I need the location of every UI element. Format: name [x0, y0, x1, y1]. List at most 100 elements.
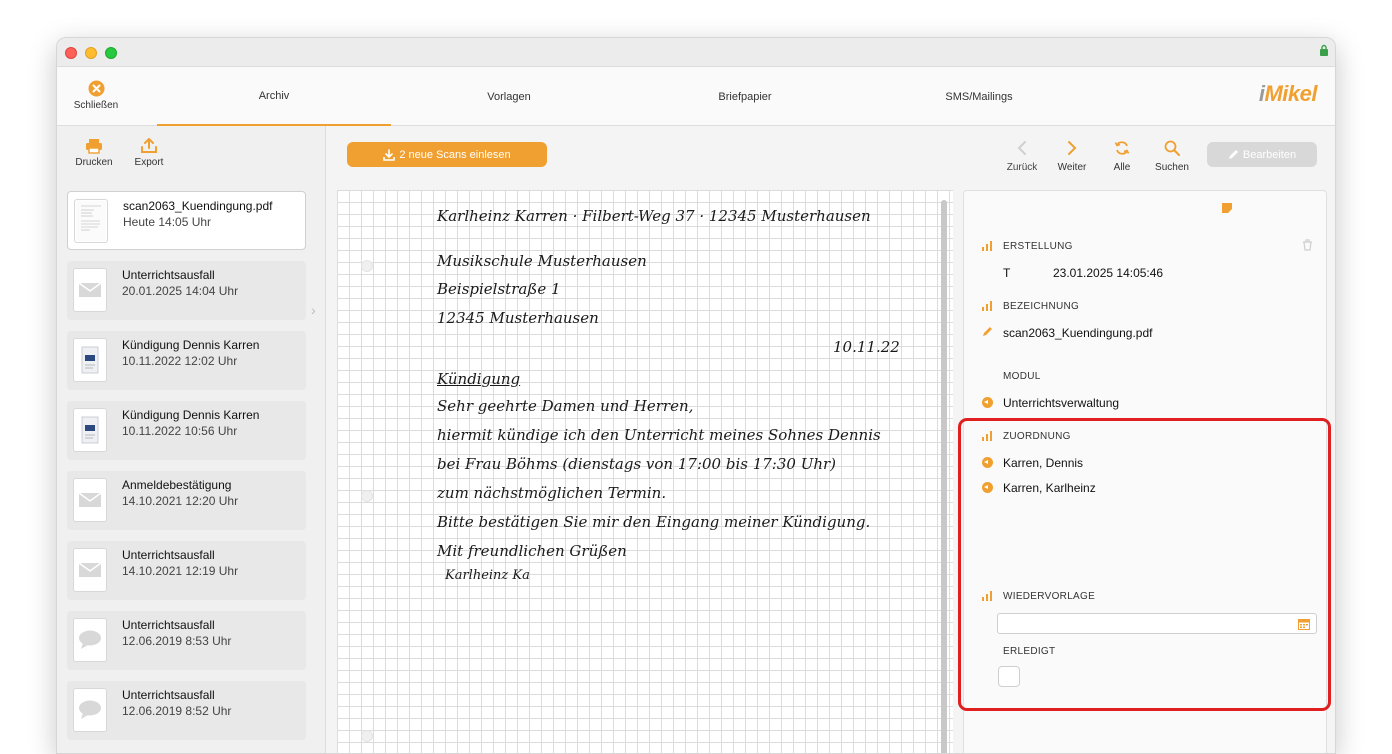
doc-signature: Karlheinz Ka: [445, 568, 530, 583]
zoom-window-button[interactable]: [105, 47, 117, 59]
scanned-document-view[interactable]: Karlheinz Karren · Filbert-Weg 37 · 1234…: [337, 190, 953, 753]
wiedervorlage-date-field[interactable]: [997, 613, 1317, 634]
list-item[interactable]: Unterrichtsausfall 20.01.2025 14:04 Uhr: [67, 261, 306, 320]
export-label: Export: [134, 157, 164, 168]
note-icon[interactable]: [1222, 203, 1232, 213]
print-button[interactable]: Drucken: [69, 138, 119, 168]
list-item[interactable]: Unterrichtsausfall 12.06.2019 8:53 Uhr: [67, 611, 306, 670]
next-label: Weiter: [1057, 162, 1087, 173]
list-item-date: 10.11.2022 10:56 Uhr: [122, 424, 238, 438]
tab-sms-mailings[interactable]: SMS/Mailings: [863, 67, 1095, 126]
details-panel: ERSTELLUNG T 23.01.2025 14:05:46 BEZEICH…: [963, 190, 1327, 753]
list-item-title: Unterrichtsausfall: [122, 548, 215, 562]
document-icon: [73, 408, 107, 452]
list-item[interactable]: Anmeldebestätigung 14.10.2021 12:20 Uhr: [67, 471, 306, 530]
speech-bubble-icon: [73, 688, 107, 732]
list-item-date: 14.10.2021 12:20 Uhr: [122, 494, 239, 508]
list-item-date: 12.06.2019 8:53 Uhr: [122, 634, 232, 648]
erstellung-user: T: [1003, 266, 1011, 280]
erstellung-label: ERSTELLUNG: [1003, 241, 1073, 252]
list-item[interactable]: Unterrichtsausfall 14.10.2021 12:19 Uhr: [67, 541, 306, 600]
document-icon: [73, 338, 107, 382]
modul-label: MODUL: [1003, 371, 1041, 382]
printer-icon: [86, 139, 102, 154]
envelope-icon: [73, 268, 107, 312]
erstellung-date: 23.01.2025 14:05:46: [1053, 266, 1164, 280]
all-label: Alle: [1113, 162, 1131, 173]
modul-value: Unterrichtsverwaltung: [1003, 396, 1120, 410]
pencil-icon: [1228, 150, 1238, 159]
doc-date: 10.11.22: [833, 338, 900, 356]
close-button-label: Schließen: [73, 100, 119, 111]
chevron-right-icon: [1068, 141, 1077, 155]
title-bar: [57, 38, 1335, 67]
search-button[interactable]: Suchen: [1152, 140, 1192, 173]
tab-archiv-label: Archiv: [258, 89, 290, 102]
edit-button[interactable]: Bearbeiten: [1207, 142, 1317, 167]
punch-hole: [361, 730, 373, 742]
priority-bars-icon: [982, 591, 994, 601]
list-item-date: Heute 14:05 Uhr: [123, 215, 212, 229]
list-item[interactable]: Unterrichtsausfall 12.06.2019 8:52 Uhr: [67, 681, 306, 740]
doc-recipient-line: 12345 Musterhausen: [437, 309, 599, 327]
trash-icon[interactable]: [1302, 239, 1313, 251]
tab-sms-mailings-label: SMS/Mailings: [945, 90, 1013, 103]
close-button[interactable]: Schließen: [73, 80, 119, 111]
list-item-date: 10.11.2022 12:02 Uhr: [122, 354, 238, 368]
scan-thumbnail-icon: [74, 199, 108, 243]
imikel-logo: iMikel: [1259, 81, 1318, 107]
erledigt-label: ERLEDIGT: [1003, 646, 1056, 657]
speech-bubble-icon: [73, 618, 107, 662]
lock-icon: [1320, 44, 1328, 56]
envelope-icon: [73, 478, 107, 522]
list-item-date: 12.06.2019 8:52 Uhr: [122, 704, 232, 718]
arrow-circle-icon[interactable]: [982, 397, 993, 408]
next-button[interactable]: Weiter: [1052, 140, 1092, 173]
arrow-circle-icon[interactable]: [982, 457, 993, 468]
scan-import-button[interactable]: 2 neue Scans einlesen: [347, 142, 547, 167]
list-item[interactable]: Kündigung Dennis Karren 10.11.2022 12:02…: [67, 331, 306, 390]
chevron-left-icon: [1017, 141, 1026, 155]
list-item-title: Kündigung Dennis Karren: [122, 408, 260, 422]
export-button[interactable]: Export: [124, 138, 174, 168]
tab-archiv[interactable]: Archiv: [157, 67, 391, 126]
tab-vorlagen[interactable]: Vorlagen: [391, 67, 627, 126]
back-button[interactable]: Zurück: [1002, 140, 1042, 173]
doc-body-line: Mit freundlichen Grüßen: [437, 542, 627, 560]
zuordnung-item[interactable]: Karren, Dennis: [1003, 456, 1083, 470]
search-icon: [1164, 140, 1180, 156]
doc-body-line: zum nächstmöglichen Termin.: [437, 484, 667, 502]
doc-subject: Kündigung: [437, 370, 521, 388]
bezeichnung-value: scan2063_Kuendingung.pdf: [1003, 326, 1153, 340]
list-item-title: Unterrichtsausfall: [122, 688, 215, 702]
search-label: Suchen: [1155, 162, 1189, 173]
print-label: Drucken: [75, 157, 113, 168]
all-button[interactable]: Alle: [1102, 140, 1142, 173]
app-window: Schließen Archiv Vorlagen Briefpapier SM…: [56, 37, 1336, 754]
zuordnung-label: ZUORDNUNG: [1003, 431, 1071, 442]
envelope-icon: [73, 548, 107, 592]
punch-hole: [361, 490, 373, 502]
arrow-circle-icon[interactable]: [982, 482, 993, 493]
list-item[interactable]: scan2063_Kuendingung.pdf Heute 14:05 Uhr: [67, 191, 306, 250]
main-toolbar: Schließen Archiv Vorlagen Briefpapier SM…: [57, 67, 1335, 126]
list-item[interactable]: Kündigung Dennis Karren 10.11.2022 10:56…: [67, 401, 306, 460]
list-item-date: 20.01.2025 14:04 Uhr: [122, 284, 239, 298]
zuordnung-item[interactable]: Karren, Karlheinz: [1003, 481, 1096, 495]
document-scrollbar[interactable]: [941, 200, 947, 753]
main-area: 2 neue Scans einlesen Zurück Weiter Alle…: [327, 126, 1335, 753]
doc-body-line: bei Frau Böhms (dienstags von 17:00 bis …: [437, 455, 837, 473]
priority-bars-icon: [982, 301, 994, 311]
erledigt-checkbox[interactable]: [998, 666, 1020, 687]
priority-bars-icon: [982, 241, 994, 251]
tab-briefpapier[interactable]: Briefpapier: [627, 67, 863, 126]
bezeichnung-label: BEZEICHNUNG: [1003, 301, 1080, 312]
pencil-icon: [983, 327, 992, 336]
minimize-window-button[interactable]: [85, 47, 97, 59]
doc-sender-line: Karlheinz Karren · Filbert-Weg 37 · 1234…: [437, 207, 871, 225]
list-item-title: scan2063_Kuendingung.pdf: [123, 199, 273, 213]
close-window-button[interactable]: [65, 47, 77, 59]
calendar-icon[interactable]: [1298, 618, 1310, 630]
close-circle-icon: [88, 80, 104, 97]
tab-briefpapier-label: Briefpapier: [718, 90, 772, 103]
